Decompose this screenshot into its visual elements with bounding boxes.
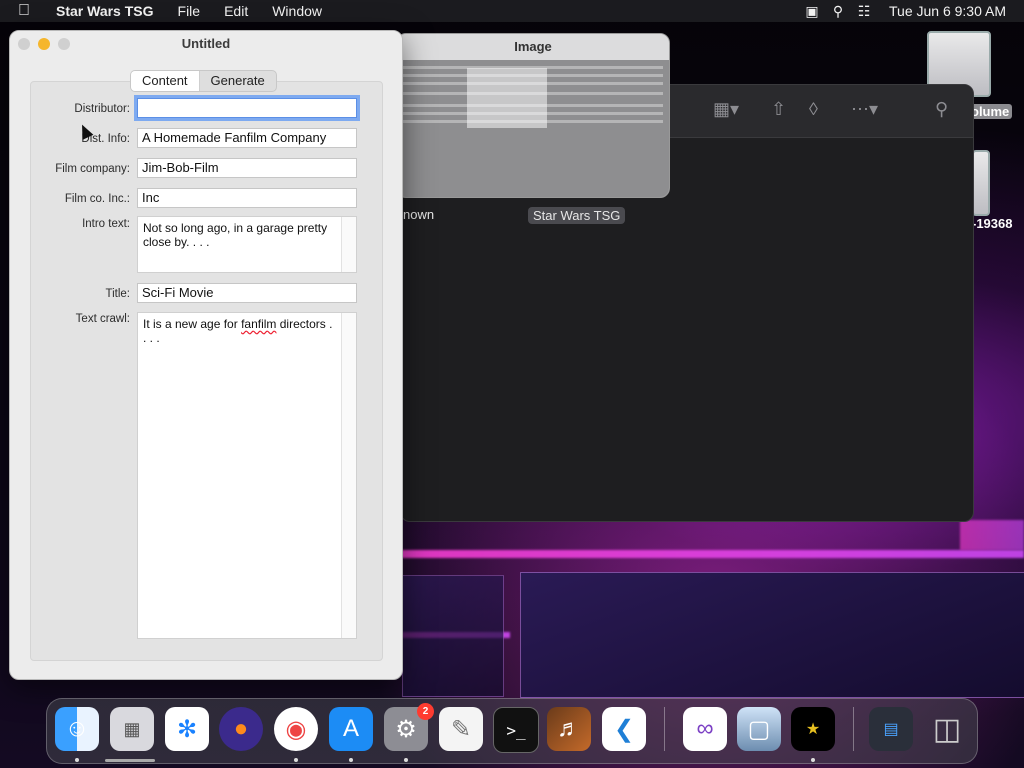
distributor-label: Distributor: (74, 103, 130, 115)
app-store-icon[interactable]: A (329, 707, 373, 751)
finder-item-unknown[interactable]: nown (403, 207, 434, 222)
tag-icon[interactable]: ◊ (809, 99, 818, 120)
dock-scroll-indicator (105, 759, 155, 762)
text-crawl-scrollbar[interactable] (341, 313, 356, 638)
star-wars-tsg-running-dot (811, 758, 815, 762)
disk2-icon[interactable] (972, 150, 990, 216)
film-company-field[interactable]: Jim-Bob-Film (137, 158, 357, 178)
system-preferences-running-dot (404, 758, 408, 762)
dock-separator (664, 707, 665, 751)
window-titlebar: Untitled (10, 31, 402, 57)
preview-icon[interactable]: ▢ (737, 707, 781, 751)
search-icon[interactable]: ⚲ (935, 99, 948, 120)
control-center-icon[interactable]: ☷ (851, 3, 877, 20)
launchpad-icon[interactable]: ▦ (110, 707, 154, 751)
disk2-label[interactable]: -19368 (972, 216, 1012, 231)
wallpaper-slab (402, 575, 504, 697)
chrome-running-dot (294, 758, 298, 762)
trash-icon[interactable]: ◫ (925, 707, 969, 751)
wallpaper-glow (400, 550, 1024, 558)
wallpaper-slab (520, 572, 1024, 698)
textedit-icon[interactable]: ✎ (439, 707, 483, 751)
safari-icon[interactable]: ✻ (165, 707, 209, 751)
dist-info-label: Dist. Info: (81, 133, 130, 145)
volume-disk-label[interactable]: olume (968, 104, 1013, 119)
title-label: Title: (105, 288, 131, 300)
menu-window[interactable]: Window (260, 3, 334, 19)
title-field[interactable]: Sci-Fi Movie (137, 283, 357, 303)
spotlight-search-icon[interactable]: ⚲ (825, 3, 851, 20)
intro-text-scrollbar[interactable] (341, 217, 356, 272)
untitled-window[interactable]: Untitled Content Generate Distributor: D… (9, 30, 403, 680)
menu-bar:  Star Wars TSG File Edit Window ▣ ⚲ ☷ T… (0, 0, 1024, 22)
menubar-clock[interactable]: Tue Jun 6 9:30 AM (877, 3, 1024, 19)
text-crawl-area[interactable]: It is a new age for fanfilm directors . … (137, 312, 357, 639)
finder-running-dot (75, 758, 79, 762)
tab-content[interactable]: Content (131, 71, 200, 91)
system-preferences-badge: 2 (417, 703, 434, 720)
menu-file[interactable]: File (166, 3, 213, 19)
film-co-inc-label: Film co. Inc.: (64, 193, 130, 205)
system-preferences-icon[interactable]: ⚙ 2 (384, 703, 434, 751)
visual-studio-icon[interactable]: ∞ (683, 707, 727, 751)
apple-icon[interactable]:  (0, 2, 44, 20)
finder-item-star-wars-tsg[interactable]: Star Wars TSG (528, 207, 626, 224)
firefox-icon[interactable]: ● (219, 707, 263, 751)
menu-edit[interactable]: Edit (212, 3, 260, 19)
image-window-title: Image (397, 34, 669, 60)
intro-text-value: Not so long ago, in a garage pretty clos… (143, 221, 328, 249)
view-options-icon[interactable]: ▦▾ (713, 99, 739, 120)
image-window[interactable]: Image (396, 33, 670, 198)
garageband-icon[interactable]: ♬ (547, 707, 591, 751)
text-crawl-value-start: It is a new age for (143, 317, 242, 331)
terminal-icon[interactable]: >_ (493, 707, 539, 753)
image-preview (397, 60, 669, 197)
film-company-label: Film company: (55, 163, 130, 175)
app-store-running-dot (349, 758, 353, 762)
text-crawl-label: Text crawl: (75, 313, 130, 325)
share-icon[interactable]: ⇧ (771, 99, 786, 120)
star-wars-tsg-icon[interactable]: ★ (791, 707, 835, 751)
distributor-field[interactable] (134, 95, 360, 121)
image-preview-shape (467, 68, 547, 128)
finder-icon[interactable]: ☺ (55, 707, 99, 751)
dock: ☺ ▦ ✻ ● ◉ A ⚙ 2 ✎ >_ ♬ ❮ ∞ ▢ ★ ▤ ◫ (46, 698, 978, 764)
tab-generate[interactable]: Generate (200, 71, 276, 91)
dist-info-field[interactable]: A Homemade Fanfilm Company (137, 128, 357, 148)
screen-mirroring-icon[interactable]: ▣ (799, 3, 825, 20)
dock-separator (853, 707, 854, 751)
vscode-icon[interactable]: ❮ (602, 707, 646, 751)
intro-text-label: Intro text: (82, 218, 130, 230)
intro-text-area[interactable]: Not so long ago, in a garage pretty clos… (137, 216, 357, 273)
tab-bar: Content Generate (130, 70, 277, 92)
window-title: Untitled (181, 36, 231, 51)
menu-app-name[interactable]: Star Wars TSG (44, 3, 166, 19)
wallpaper-glow (960, 520, 1024, 550)
more-actions-icon[interactable]: ⋯▾ (851, 99, 878, 120)
misspelled-word[interactable]: fanfilm (241, 317, 276, 331)
downloads-icon[interactable]: ▤ (869, 707, 913, 751)
chrome-icon[interactable]: ◉ (274, 707, 318, 751)
film-co-inc-field[interactable]: Inc (137, 188, 357, 208)
